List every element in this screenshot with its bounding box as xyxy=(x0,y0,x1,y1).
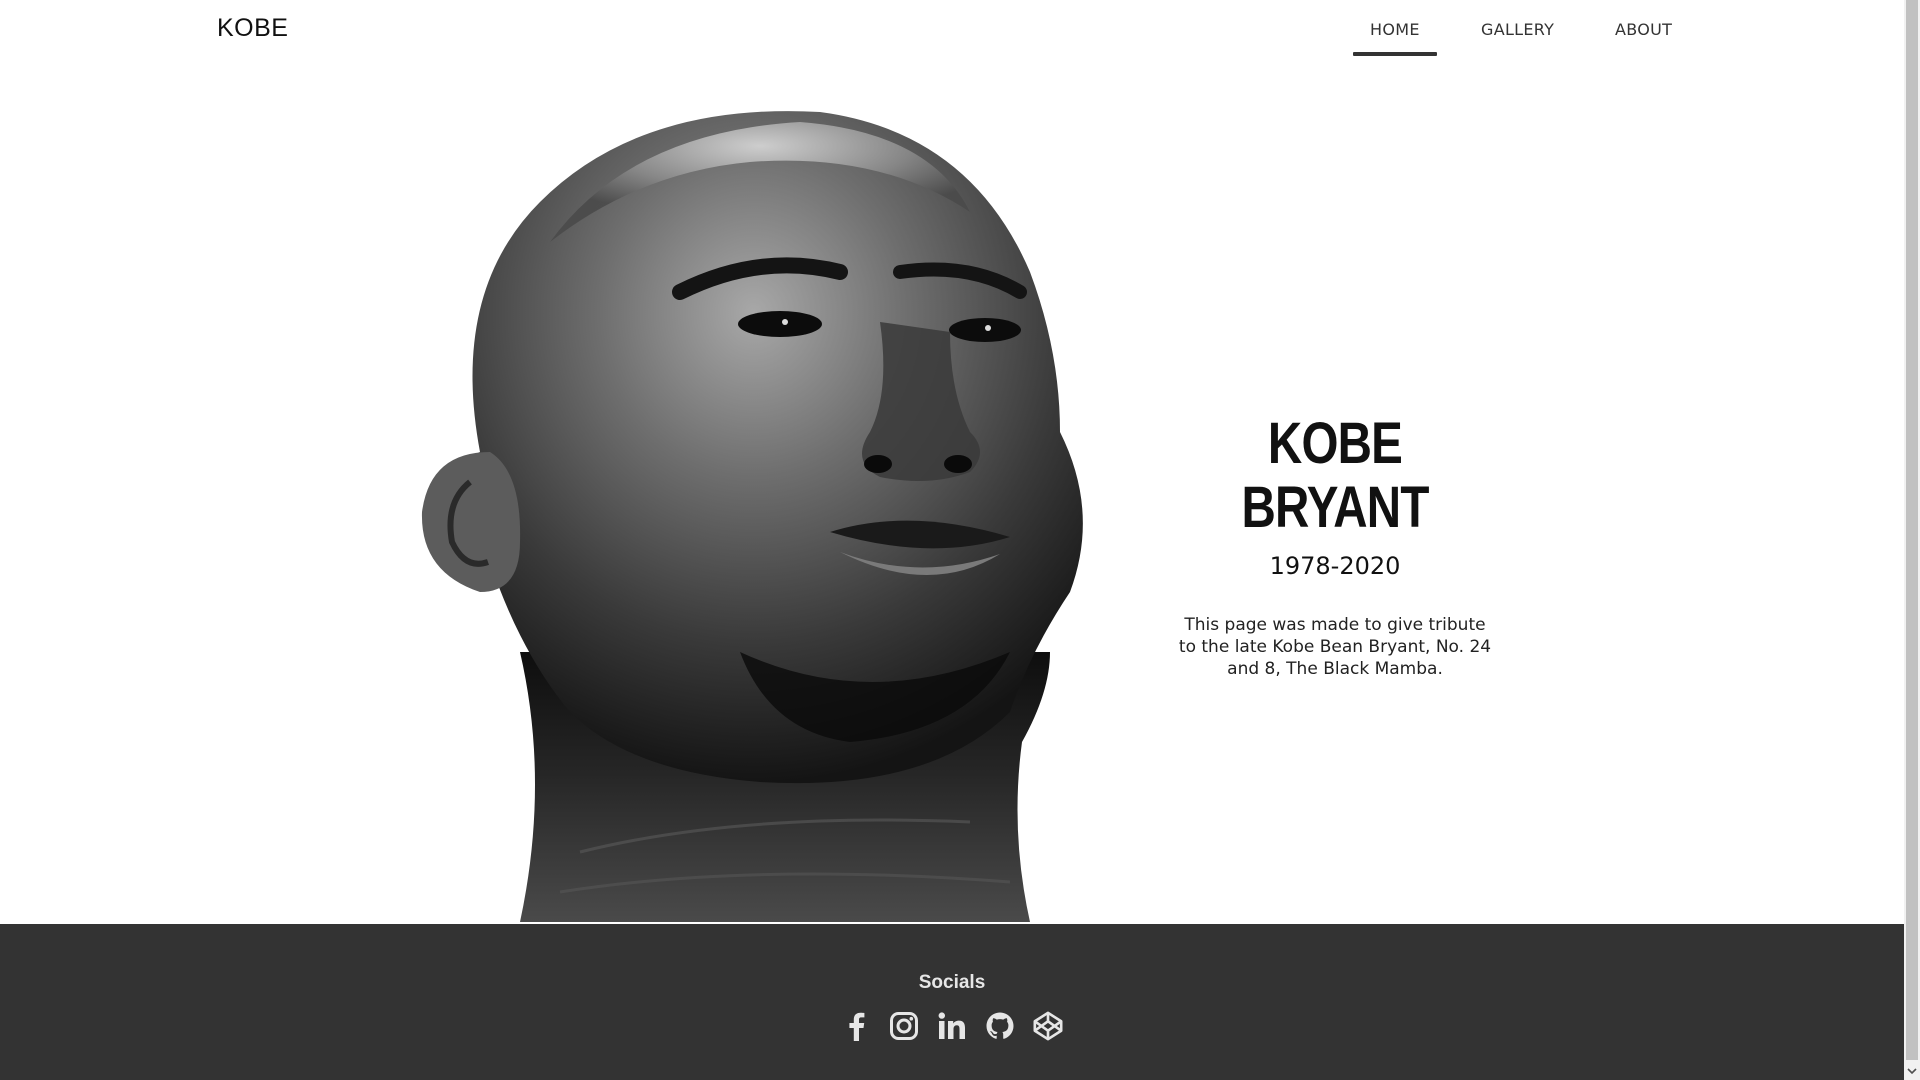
github-icon[interactable] xyxy=(984,1010,1016,1042)
page: KOBE HOME GALLERY ABOUT KOBE BRYANT 1978… xyxy=(0,0,1920,1080)
social-links xyxy=(0,1010,1904,1042)
instagram-icon[interactable] xyxy=(888,1010,920,1042)
scrollbar-thumb[interactable] xyxy=(1906,0,1918,1060)
viewport: KOBE HOME GALLERY ABOUT KOBE BRYANT 1978… xyxy=(0,0,1904,1080)
facebook-icon[interactable] xyxy=(840,1010,872,1042)
main-nav: HOME GALLERY ABOUT xyxy=(0,0,1904,62)
hero-years: 1978-2020 xyxy=(1269,552,1401,580)
hero-section: KOBE BRYANT 1978-2020 This page was made… xyxy=(0,62,1904,924)
hero-title: KOBE BRYANT xyxy=(1241,411,1429,540)
vertical-scrollbar[interactable] xyxy=(1904,0,1920,1080)
hero-text: KOBE BRYANT 1978-2020 This page was made… xyxy=(1170,412,1500,697)
portrait-image xyxy=(410,92,1100,922)
nav-about[interactable]: ABOUT xyxy=(1615,20,1672,39)
footer: Socials xyxy=(0,924,1904,1080)
linkedin-icon[interactable] xyxy=(936,1010,968,1042)
nav-home[interactable]: HOME xyxy=(1353,20,1437,56)
hero-description: This page was made to give tribute to th… xyxy=(1178,615,1492,679)
codepen-icon[interactable] xyxy=(1032,1010,1064,1042)
footer-title: Socials xyxy=(918,972,986,993)
nav-gallery[interactable]: GALLERY xyxy=(1481,20,1554,39)
navbar: KOBE HOME GALLERY ABOUT xyxy=(0,0,1904,62)
scroll-down-arrow-icon[interactable] xyxy=(1904,1062,1920,1080)
